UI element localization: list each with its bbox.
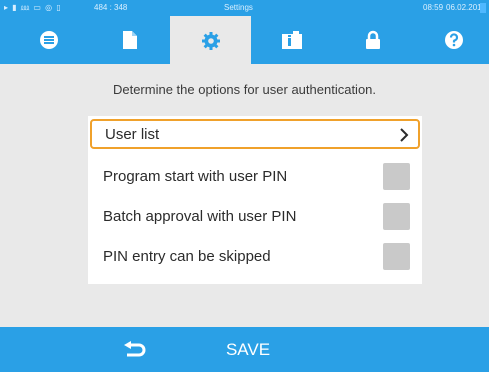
status-bar: ▸ ▮ ⅏ ▭ ◎ ▯ 484 : 348 Settings 08:59 06.… — [0, 0, 489, 16]
pin-skippable-checkbox[interactable] — [383, 243, 410, 270]
option-label: PIN entry can be skipped — [103, 247, 271, 265]
option-row-batch-approval-pin: Batch approval with user PIN — [90, 201, 420, 231]
settings-screen: ▸ ▮ ⅏ ▭ ◎ ▯ 484 : 348 Settings 08:59 06.… — [0, 0, 489, 372]
user-list-label: User list — [105, 125, 160, 143]
content-area: Determine the options for user authentic… — [0, 64, 489, 327]
tab-bar — [0, 16, 489, 65]
options-panel: User list Program start with user PIN Ba… — [88, 116, 422, 284]
save-button[interactable]: SAVE — [208, 327, 288, 372]
help-icon — [444, 31, 463, 49]
option-label: Program start with user PIN — [103, 167, 288, 185]
user-list-button[interactable]: User list — [90, 119, 420, 149]
return-arrow-icon — [124, 340, 146, 356]
tab-info[interactable] — [251, 16, 332, 64]
tab-help[interactable] — [413, 16, 489, 64]
status-icons: ▸ ▮ ⅏ ▭ ◎ ▯ — [4, 3, 62, 12]
bottom-action-bar: SAVE — [0, 327, 489, 372]
info-book-icon — [281, 31, 302, 49]
tab-list[interactable] — [8, 16, 89, 64]
tab-documents[interactable] — [89, 16, 170, 64]
option-row-pin-skippable: PIN entry can be skipped — [90, 241, 420, 271]
gear-icon — [201, 31, 220, 50]
status-title: Settings — [224, 3, 253, 12]
chevron-right-icon — [400, 128, 409, 142]
status-time: 08:59 — [423, 3, 444, 12]
touch-coordinates: 484 : 348 — [94, 3, 128, 12]
lock-icon — [365, 30, 380, 49]
tab-settings[interactable] — [170, 16, 251, 65]
tab-lock[interactable] — [332, 16, 413, 64]
option-row-program-start-pin: Program start with user PIN — [90, 161, 420, 191]
program-start-pin-checkbox[interactable] — [383, 163, 410, 190]
status-indicator — [480, 3, 486, 13]
batch-approval-pin-checkbox[interactable] — [383, 203, 410, 230]
list-icon — [39, 31, 58, 49]
option-label: Batch approval with user PIN — [103, 207, 297, 225]
document-icon — [122, 31, 137, 49]
page-heading: Determine the options for user authentic… — [112, 82, 377, 97]
back-button[interactable] — [100, 327, 170, 372]
